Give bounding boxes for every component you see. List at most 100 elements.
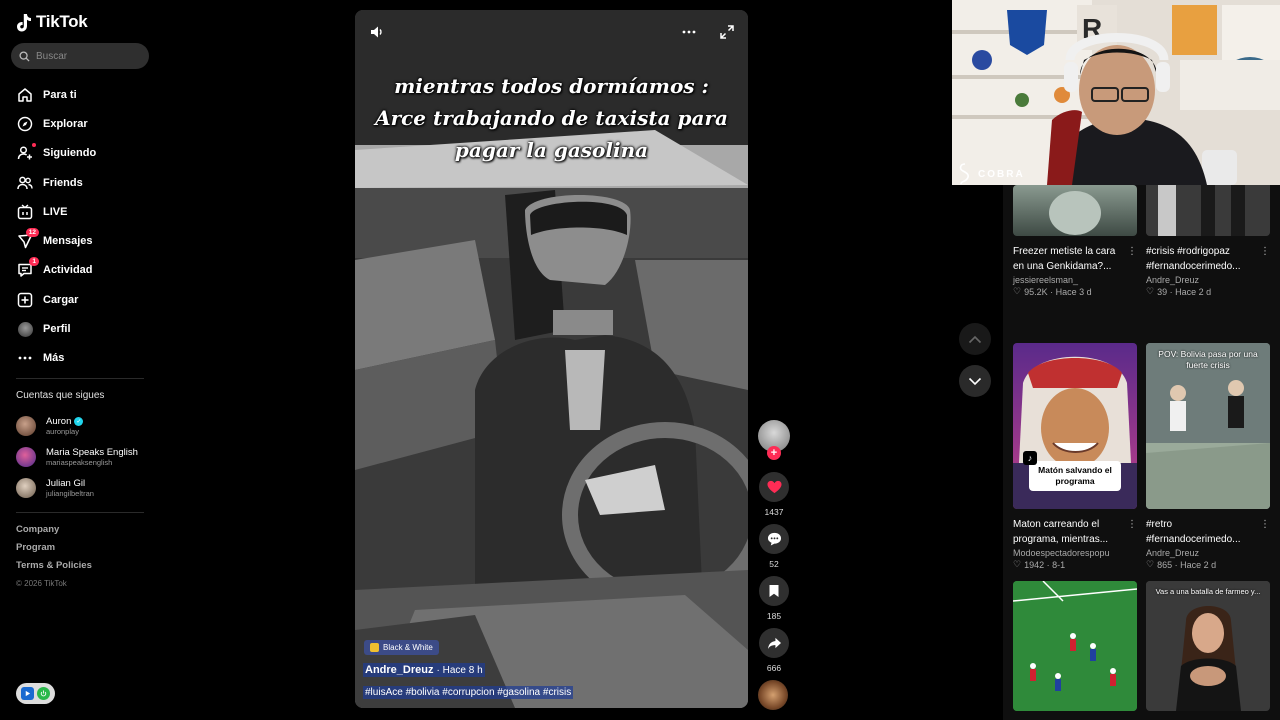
card-thumbnail[interactable] xyxy=(1013,185,1137,236)
card-author[interactable]: Andre_Dreuz xyxy=(1146,275,1270,285)
nav-item-live[interactable]: LIVE xyxy=(16,197,156,226)
card-thumbnail[interactable]: Matón salvando el programa ♪ xyxy=(1013,343,1137,509)
card-author[interactable]: Andre_Dreuz xyxy=(1146,548,1270,558)
cobra-logo-icon xyxy=(959,163,970,185)
nav-item-friends[interactable]: Friends xyxy=(16,168,156,197)
previous-video-button[interactable] xyxy=(959,323,991,355)
video-time: · Hace 8 h xyxy=(436,665,483,676)
music-disc[interactable] xyxy=(758,680,788,710)
video-hashtags[interactable]: #luisAce #bolivia #corrupcion #gasolina … xyxy=(363,686,574,699)
following-account-auron[interactable]: Auron ✓ auronplay xyxy=(16,410,156,441)
nav-item-siguiendo[interactable]: Siguiendo xyxy=(16,139,156,168)
friends-icon xyxy=(16,174,34,192)
recommended-card[interactable]: #crisis #rodrigopaz #fernandocerimedo...… xyxy=(1146,185,1270,297)
recommended-card[interactable]: Matón salvando el programa ♪ Maton carre… xyxy=(1013,343,1137,570)
fullscreen-button[interactable] xyxy=(717,22,737,42)
card-title[interactable]: #crisis #rodrigopaz #fernandocerimedo...… xyxy=(1146,244,1270,274)
nav-item-para-ti[interactable]: Para ti xyxy=(16,80,156,109)
creator-avatar[interactable]: + xyxy=(758,420,790,460)
save-button[interactable] xyxy=(759,576,789,606)
notification-dot xyxy=(32,143,36,148)
sidebar: TikTok Para ti Explorar Siguiendo Friend… xyxy=(0,0,160,720)
tiktok-watermark-icon: ♪ xyxy=(1023,451,1037,465)
card-thumbnail[interactable] xyxy=(1013,581,1137,711)
divider xyxy=(16,512,144,513)
nav-item-perfil[interactable]: Perfil xyxy=(16,314,156,343)
power-icon xyxy=(37,687,50,700)
card-author[interactable]: jessiereelsman_ xyxy=(1013,275,1137,285)
card-thumbnail[interactable]: POV: Bolivia pasa por una fuerte crisis xyxy=(1146,343,1270,509)
account-name: Auron xyxy=(46,415,72,427)
following-icon xyxy=(16,143,36,162)
ellipsis-icon xyxy=(682,30,696,34)
divider xyxy=(16,378,144,379)
thumbnail-text: POV: Bolivia pasa por una fuerte crisis xyxy=(1158,349,1258,370)
nav-item-actividad[interactable]: 1 Actividad xyxy=(16,256,156,285)
webcam-feed: R xyxy=(952,0,1280,185)
effect-tag[interactable]: Black & White xyxy=(364,640,439,655)
next-video-button[interactable] xyxy=(959,365,991,397)
more-options-button[interactable] xyxy=(679,22,699,42)
chevron-up-icon xyxy=(968,335,982,343)
tiktok-logo[interactable]: TikTok xyxy=(16,12,88,32)
recommended-card[interactable]: Freezer metiste la cara en una Genkidama… xyxy=(1013,185,1137,297)
card-title[interactable]: #retro #fernandocerimedo... ⋮ xyxy=(1146,517,1270,547)
avatar xyxy=(16,477,36,498)
nav-label: LIVE xyxy=(43,205,68,218)
card-title[interactable]: Freezer metiste la cara en una Genkidama… xyxy=(1013,244,1137,274)
more-icon xyxy=(16,349,34,367)
share-icon xyxy=(767,637,781,649)
nav-item-explorar[interactable]: Explorar xyxy=(16,109,156,138)
card-menu-icon[interactable]: ⋮ xyxy=(1260,244,1270,259)
card-menu-icon[interactable]: ⋮ xyxy=(1127,244,1137,259)
follow-plus-icon[interactable]: + xyxy=(767,446,781,460)
caption-line: pagar la gasolina xyxy=(454,138,649,162)
following-account-julian[interactable]: Julian Gil juliangilbeltran xyxy=(16,472,156,503)
nav-item-cargar[interactable]: Cargar xyxy=(16,285,156,314)
footer-link-program[interactable]: Program xyxy=(16,541,92,559)
recommended-card[interactable] xyxy=(1013,581,1137,711)
recommended-card[interactable]: Vas a una batalla de farmeo y... xyxy=(1146,581,1270,711)
extension-toggle[interactable] xyxy=(16,683,55,704)
video-caption: mientras todos dormíamos : Arce trabajan… xyxy=(355,70,748,166)
card-thumbnail[interactable] xyxy=(1146,185,1270,236)
nav-item-mensajes[interactable]: 12 Mensajes xyxy=(16,226,156,255)
bookmark-icon xyxy=(769,585,779,597)
card-meta: ♡ 39 · Hace 2 d xyxy=(1146,286,1212,297)
tiktok-logo-icon xyxy=(17,13,31,31)
card-thumbnail[interactable]: Vas a una batalla de farmeo y... xyxy=(1146,581,1270,711)
nav-label: Más xyxy=(43,352,65,365)
card-menu-icon[interactable]: ⋮ xyxy=(1260,517,1270,532)
app-name: TikTok xyxy=(36,12,88,31)
caption-line: mientras todos dormíamos : xyxy=(394,74,709,98)
profile-icon xyxy=(16,320,34,338)
activity-badge: 1 xyxy=(29,257,39,267)
share-button[interactable] xyxy=(759,628,789,658)
account-name: Julian Gil xyxy=(46,477,86,489)
verified-icon: ✓ xyxy=(74,416,84,426)
webcam-overlay: R xyxy=(952,0,1280,185)
footer-link-terms[interactable]: Terms & Policies xyxy=(16,559,92,577)
heart-outline-icon: ♡ xyxy=(1146,286,1155,296)
footer-link-company[interactable]: Company xyxy=(16,523,92,541)
card-title[interactable]: Maton carreando el programa, mientras...… xyxy=(1013,517,1137,547)
like-button[interactable] xyxy=(759,472,789,502)
messages-badge: 12 xyxy=(25,228,39,238)
comment-action: 52 xyxy=(758,524,790,570)
avatar xyxy=(16,446,36,467)
search-input[interactable] xyxy=(36,50,136,62)
recommended-card[interactable]: POV: Bolivia pasa por una fuerte crisis … xyxy=(1146,343,1270,570)
nav-item-mas[interactable]: Más xyxy=(16,344,156,373)
comment-button[interactable] xyxy=(759,524,789,554)
share-count: 666 xyxy=(766,663,782,673)
video-author[interactable]: Andre_Dreuz xyxy=(365,664,433,676)
video-player[interactable]: mientras todos dormíamos : Arce trabajan… xyxy=(355,10,748,708)
search-bar[interactable] xyxy=(11,43,149,69)
effect-icon xyxy=(370,643,379,652)
nav-label: Actividad xyxy=(43,264,93,277)
card-author[interactable]: Modoespectadorespopu xyxy=(1013,548,1137,558)
video-author-line[interactable]: Andre_Dreuz · Hace 8 h xyxy=(363,663,485,677)
following-account-maria[interactable]: Maria Speaks English mariaspeaksenglish xyxy=(16,441,156,472)
card-menu-icon[interactable]: ⋮ xyxy=(1127,517,1137,532)
volume-button[interactable] xyxy=(367,22,387,42)
